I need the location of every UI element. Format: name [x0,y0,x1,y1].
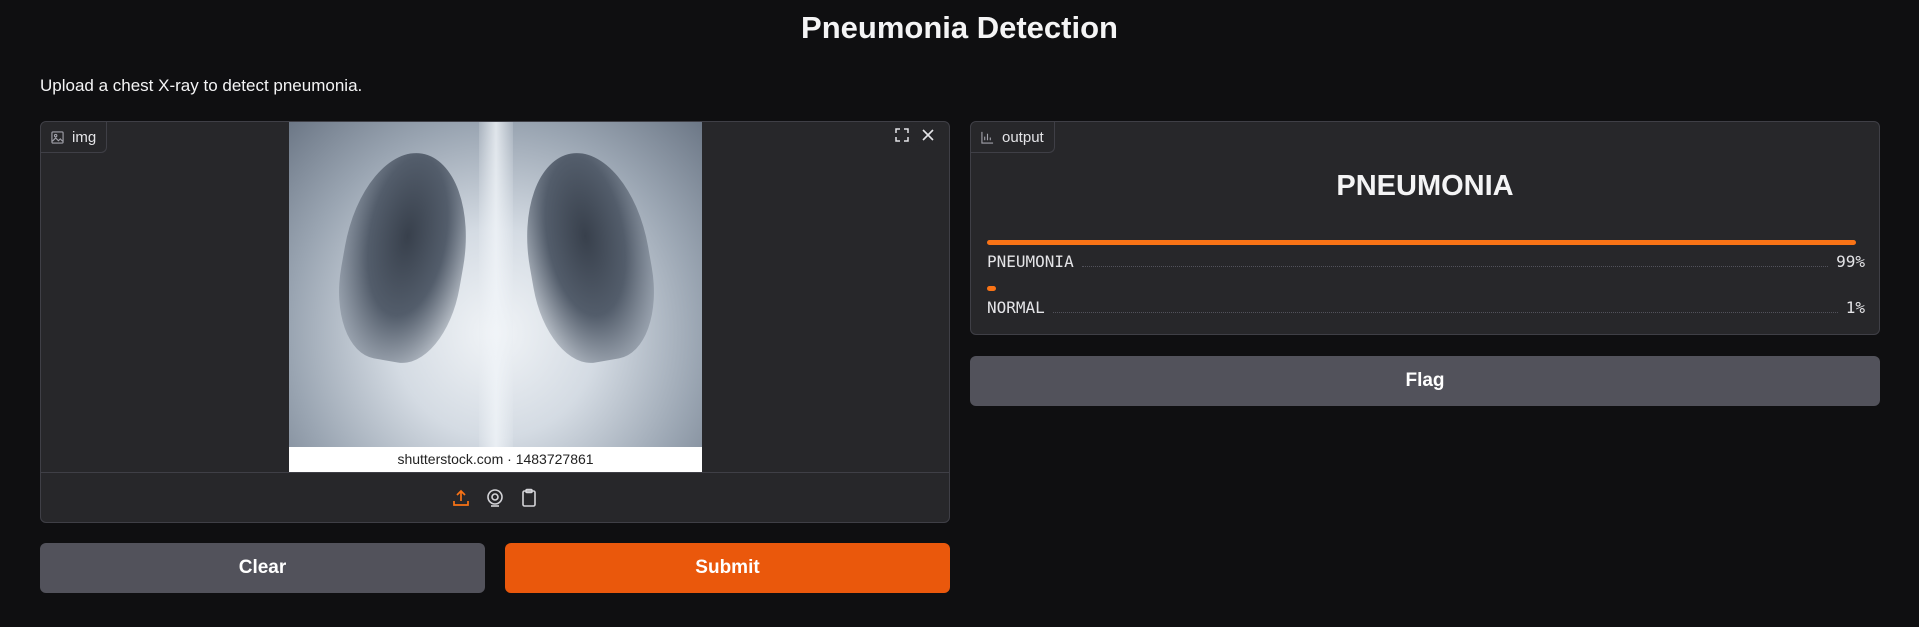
image-watermark: shutterstock.com · 1483727861 [289,447,702,472]
predicted-class: PNEUMONIA [1336,170,1514,202]
confidence-bar [987,286,996,291]
chart-icon [981,131,994,144]
confidence-row-normal[interactable]: NORMAL 1% [987,286,1865,317]
output-panel: output PNEUMONIA PNEUMONIA 99% NORMAL 1% [970,121,1880,335]
confidence-bar [987,240,1857,245]
output-label-text: output [1002,128,1044,146]
close-icon[interactable] [917,124,939,146]
upload-icon[interactable] [451,488,471,508]
clipboard-icon[interactable] [519,488,539,508]
image-input-label: img [41,122,108,153]
image-input-label-text: img [72,128,97,146]
confidence-label: NORMAL [987,298,1045,317]
image-input-panel[interactable]: shutterstock.com · 1483727861 img [40,121,950,523]
page-title: Pneumonia Detection [801,10,1118,45]
confidence-label: PNEUMONIA [987,252,1074,271]
page-description: Upload a chest X-ray to detect pneumonia… [40,76,363,95]
submit-button[interactable]: Submit [505,543,950,593]
clear-button[interactable]: Clear [40,543,485,593]
chest-xray-image: shutterstock.com · 1483727861 [289,122,702,472]
image-source-toolbar [41,472,949,523]
flag-button[interactable]: Flag [970,356,1880,406]
confidence-row-pneumonia[interactable]: PNEUMONIA 99% [987,240,1865,271]
webcam-icon[interactable] [485,488,505,508]
image-icon [51,130,64,144]
fullscreen-icon[interactable] [891,124,913,146]
confidence-percent: 99% [1836,252,1865,271]
image-preview-area[interactable]: shutterstock.com · 1483727861 [41,122,949,472]
confidence-percent: 1% [1845,298,1865,317]
output-label: output [971,122,1055,153]
